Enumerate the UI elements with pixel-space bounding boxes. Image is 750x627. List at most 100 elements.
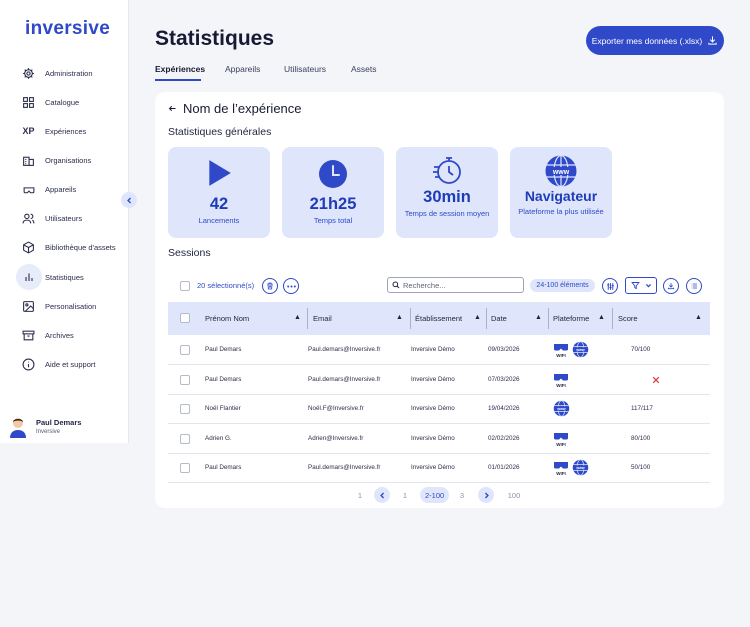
columns-settings-button[interactable] <box>602 278 618 294</box>
pagination-page[interactable]: 3 <box>457 487 467 503</box>
back-link[interactable]: Nom de l’expérience <box>168 101 302 116</box>
collapse-sidebar-button[interactable] <box>121 192 137 208</box>
experience-name: Nom de l’expérience <box>183 101 302 116</box>
tab-appareils[interactable]: Appareils <box>225 64 260 74</box>
row-checkbox[interactable] <box>180 375 190 385</box>
sidebar-item-label: Archives <box>45 330 74 340</box>
search-placeholder: Recherche... <box>403 280 446 290</box>
svg-text:www: www <box>575 466 584 470</box>
sort-up-icon[interactable]: ▲ <box>598 314 605 321</box>
table-row[interactable]: Adrien G. Adrien@Inversive.fr Inversive … <box>168 424 710 454</box>
items-count-badge: 24-100 éléments <box>530 279 595 292</box>
gear-icon <box>21 66 36 81</box>
column-header-establishment[interactable]: Établissement <box>415 302 462 335</box>
cell-score: 117/117 <box>631 405 653 412</box>
header-checkbox[interactable] <box>180 313 190 323</box>
vr-wifi-icon: WIFI <box>554 432 568 447</box>
play-icon <box>209 160 231 186</box>
column-header-email[interactable]: Email <box>313 302 332 335</box>
cell-score: 80/100 <box>631 435 651 442</box>
pagination-prev-button[interactable] <box>374 487 390 503</box>
sidebar-item-label: Bibliothèque d'assets <box>45 242 116 252</box>
tab-experiences[interactable]: Expériences <box>155 64 205 74</box>
sidebar-item-administration[interactable]: Administration <box>0 60 129 86</box>
table-row[interactable]: Noël Flantier Noël.F@Inversive.fr Invers… <box>168 394 710 424</box>
sort-up-icon[interactable]: ▲ <box>294 314 301 321</box>
stat-label: Temps de session moyen <box>404 209 490 218</box>
cube-icon <box>21 240 36 255</box>
tab-assets[interactable]: Assets <box>351 64 377 74</box>
row-checkbox[interactable] <box>180 404 190 414</box>
table-row[interactable]: Paul Demars Paul.demars@Inversive.fr Inv… <box>168 335 710 365</box>
table-row[interactable]: Paul Demars Paul.demars@Inversive.fr Inv… <box>168 365 710 395</box>
general-stats-title: Statistiques générales <box>168 126 272 138</box>
sort-up-icon[interactable]: ▲ <box>695 314 702 321</box>
sidebar-item-personalisation[interactable]: Personalisation <box>0 293 129 319</box>
cell-email: Paul.demars@Inversive.fr <box>308 376 381 383</box>
cell-platform: WIFI <box>553 424 569 453</box>
sidebar-item-label: Expériences <box>45 126 87 136</box>
sidebar-item-label: Administration <box>45 68 93 78</box>
sidebar-item-appareils[interactable]: Appareils <box>0 176 129 202</box>
more-options-button[interactable] <box>283 278 299 294</box>
filter-dropdown[interactable] <box>625 277 657 294</box>
sidebar-item-organisations[interactable]: Organisations <box>0 147 129 173</box>
sidebar-item-experiences[interactable]: XP Expériences <box>0 118 129 144</box>
sort-up-icon[interactable]: ▲ <box>396 314 403 321</box>
download-button[interactable] <box>663 278 679 294</box>
sidebar-item-utilisateurs[interactable]: Utilisateurs <box>0 205 129 231</box>
row-checkbox[interactable] <box>180 463 190 473</box>
more-horizontal-icon <box>286 285 296 287</box>
table-row[interactable]: Paul Demars Paul.demars@Inversive.fr Inv… <box>168 453 710 483</box>
stat-label: Lancements <box>198 216 240 225</box>
tab-utilisateurs[interactable]: Utilisateurs <box>284 64 326 74</box>
sidebar-item-bibliotheque[interactable]: Bibliothèque d'assets <box>0 234 129 260</box>
filter-icon <box>630 282 640 290</box>
cell-email: Paul.demars@Inversive.fr <box>308 346 381 353</box>
column-divider <box>612 308 613 329</box>
sidebar-item-archives[interactable]: Archives <box>0 322 129 348</box>
sidebar-item-label: Statistiques <box>45 272 84 282</box>
cell-platform: WIFI www <box>553 453 589 482</box>
pagination-next-button[interactable] <box>478 487 494 503</box>
page-title: Statistiques <box>155 27 275 50</box>
cell-establishment: Inversive Démo <box>411 405 455 412</box>
search-input[interactable]: Recherche... <box>387 277 524 293</box>
pagination-current[interactable]: 2-100 <box>420 487 450 503</box>
pagination-first[interactable]: 1 <box>355 487 365 503</box>
column-divider <box>548 308 549 329</box>
column-header-score[interactable]: Score <box>618 302 638 335</box>
sort-up-icon[interactable]: ▲ <box>474 314 481 321</box>
cell-establishment: Inversive Démo <box>411 435 455 442</box>
cell-platform: www <box>553 394 570 423</box>
delete-button[interactable] <box>262 278 278 294</box>
row-checkbox[interactable] <box>180 345 190 355</box>
svg-text:WIFI: WIFI <box>556 442 566 447</box>
sidebar-item-catalogue[interactable]: Catalogue <box>0 89 129 115</box>
svg-text:WIFI: WIFI <box>556 353 566 358</box>
select-all-checkbox[interactable] <box>180 281 190 291</box>
column-header-name[interactable]: Prénom Nom <box>205 302 249 335</box>
sidebar: inversive Administration Catalogue XP Ex… <box>0 0 129 443</box>
score-failed-icon <box>652 365 660 394</box>
row-checkbox[interactable] <box>180 434 190 444</box>
list-view-button[interactable] <box>686 278 702 294</box>
sidebar-item-statistiques[interactable]: Statistiques <box>0 264 129 290</box>
pagination-last[interactable]: 100 <box>505 487 523 503</box>
cell-platform: WIFI www <box>553 335 589 364</box>
sort-up-icon[interactable]: ▲ <box>535 314 542 321</box>
svg-text:www: www <box>575 348 584 352</box>
avatar[interactable] <box>8 416 28 438</box>
column-header-date[interactable]: Date <box>491 302 507 335</box>
column-header-platform[interactable]: Plateforme <box>553 302 589 335</box>
selected-count: 20 sélectionné(s) <box>197 281 255 290</box>
building-icon <box>21 153 36 168</box>
app-logo[interactable]: inversive <box>25 18 110 40</box>
download-icon <box>708 36 717 45</box>
export-button[interactable]: Exporter mes données (.xlsx) <box>586 26 724 55</box>
pagination-page[interactable]: 1 <box>400 487 410 503</box>
vr-wifi-icon: WIFI <box>554 373 568 388</box>
cell-score: 50/100 <box>631 464 651 471</box>
svg-text:www: www <box>552 169 570 176</box>
sidebar-item-aide[interactable]: Aide et support <box>0 351 129 377</box>
